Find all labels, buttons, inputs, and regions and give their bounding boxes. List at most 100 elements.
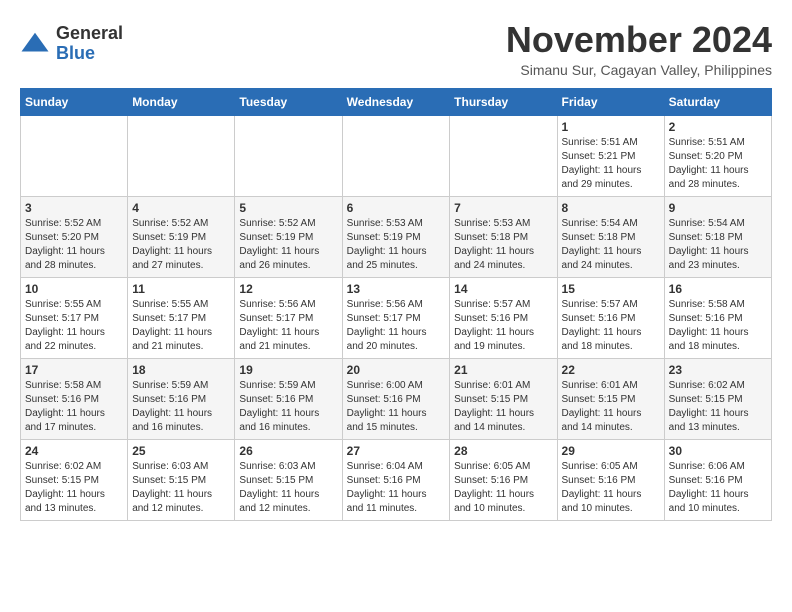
week-row-1: 1 Sunrise: 5:51 AMSunset: 5:21 PMDaylight… (21, 115, 772, 196)
calendar-header: SundayMondayTuesdayWednesdayThursdayFrid… (21, 88, 772, 115)
day-number: 18 (132, 363, 230, 377)
day-info: Sunrise: 6:01 AMSunset: 5:15 PMDaylight:… (562, 379, 660, 435)
week-row-5: 24 Sunrise: 6:02 AMSunset: 5:15 PMDayligh… (21, 439, 772, 520)
day-number: 11 (132, 282, 230, 296)
logo-icon (20, 29, 50, 59)
day-number: 15 (562, 282, 660, 296)
day-number: 9 (669, 201, 767, 215)
header-day-tuesday: Tuesday (235, 88, 342, 115)
day-cell: 1 Sunrise: 5:51 AMSunset: 5:21 PMDaylight… (557, 115, 664, 196)
day-info: Sunrise: 6:02 AMSunset: 5:15 PMDaylight:… (25, 460, 123, 516)
day-cell: 3 Sunrise: 5:52 AMSunset: 5:20 PMDaylight… (21, 196, 128, 277)
day-number: 10 (25, 282, 123, 296)
day-cell: 18 Sunrise: 5:59 AMSunset: 5:16 PMDayligh… (128, 358, 235, 439)
day-cell: 8 Sunrise: 5:54 AMSunset: 5:18 PMDaylight… (557, 196, 664, 277)
day-number: 24 (25, 444, 123, 458)
day-number: 16 (669, 282, 767, 296)
day-cell: 13 Sunrise: 5:56 AMSunset: 5:17 PMDayligh… (342, 277, 450, 358)
day-info: Sunrise: 5:52 AMSunset: 5:19 PMDaylight:… (239, 217, 337, 273)
day-cell: 27Sunrise: 6:04 AMSunset: 5:16 PMDayligh… (342, 439, 450, 520)
day-cell (450, 115, 557, 196)
header-row: SundayMondayTuesdayWednesdayThursdayFrid… (21, 88, 772, 115)
day-info: Sunrise: 6:03 AMSunset: 5:15 PMDaylight:… (239, 460, 337, 516)
week-row-4: 17Sunrise: 5:58 AMSunset: 5:16 PMDayligh… (21, 358, 772, 439)
day-info: Sunrise: 5:58 AMSunset: 5:16 PMDaylight:… (669, 298, 767, 354)
day-info: Sunrise: 6:04 AMSunset: 5:16 PMDaylight:… (347, 460, 446, 516)
day-cell: 6 Sunrise: 5:53 AMSunset: 5:19 PMDaylight… (342, 196, 450, 277)
day-info: Sunrise: 5:53 AMSunset: 5:19 PMDaylight:… (347, 217, 446, 273)
day-number: 4 (132, 201, 230, 215)
day-number: 8 (562, 201, 660, 215)
day-info: Sunrise: 6:03 AMSunset: 5:15 PMDaylight:… (132, 460, 230, 516)
day-info: Sunrise: 6:02 AMSunset: 5:15 PMDaylight:… (669, 379, 767, 435)
day-cell: 2 Sunrise: 5:51 AMSunset: 5:20 PMDaylight… (664, 115, 771, 196)
day-cell: 9 Sunrise: 5:54 AMSunset: 5:18 PMDaylight… (664, 196, 771, 277)
header-day-saturday: Saturday (664, 88, 771, 115)
logo-blue: Blue (56, 43, 95, 63)
day-number: 13 (347, 282, 446, 296)
day-cell: 14 Sunrise: 5:57 AMSunset: 5:16 PMDayligh… (450, 277, 557, 358)
day-cell: 12Sunrise: 5:56 AMSunset: 5:17 PMDayligh… (235, 277, 342, 358)
day-info: Sunrise: 6:01 AMSunset: 5:15 PMDaylight:… (454, 379, 552, 435)
header-day-friday: Friday (557, 88, 664, 115)
day-cell: 10Sunrise: 5:55 AMSunset: 5:17 PMDayligh… (21, 277, 128, 358)
day-number: 21 (454, 363, 552, 377)
day-info: Sunrise: 5:54 AMSunset: 5:18 PMDaylight:… (562, 217, 660, 273)
day-info: Sunrise: 5:59 AMSunset: 5:16 PMDaylight:… (132, 379, 230, 435)
day-number: 23 (669, 363, 767, 377)
day-info: Sunrise: 5:51 AMSunset: 5:20 PMDaylight:… (669, 136, 767, 192)
day-cell: 21 Sunrise: 6:01 AMSunset: 5:15 PMDayligh… (450, 358, 557, 439)
day-number: 28 (454, 444, 552, 458)
day-number: 20 (347, 363, 446, 377)
day-number: 19 (239, 363, 337, 377)
day-info: Sunrise: 5:56 AMSunset: 5:17 PMDaylight:… (347, 298, 446, 354)
day-info: Sunrise: 5:57 AMSunset: 5:16 PMDaylight:… (562, 298, 660, 354)
day-cell (128, 115, 235, 196)
day-number: 6 (347, 201, 446, 215)
day-cell (21, 115, 128, 196)
day-info: Sunrise: 6:00 AMSunset: 5:16 PMDaylight:… (347, 379, 446, 435)
day-cell: 7Sunrise: 5:53 AMSunset: 5:18 PMDaylight… (450, 196, 557, 277)
day-info: Sunrise: 6:05 AMSunset: 5:16 PMDaylight:… (562, 460, 660, 516)
day-info: Sunrise: 5:55 AMSunset: 5:17 PMDaylight:… (132, 298, 230, 354)
day-info: Sunrise: 5:59 AMSunset: 5:16 PMDaylight:… (239, 379, 337, 435)
calendar-table: SundayMondayTuesdayWednesdayThursdayFrid… (20, 88, 772, 521)
calendar-body: 1 Sunrise: 5:51 AMSunset: 5:21 PMDaylight… (21, 115, 772, 520)
day-number: 3 (25, 201, 123, 215)
day-cell: 4 Sunrise: 5:52 AMSunset: 5:19 PMDaylight… (128, 196, 235, 277)
header-day-sunday: Sunday (21, 88, 128, 115)
day-number: 12 (239, 282, 337, 296)
day-number: 30 (669, 444, 767, 458)
day-number: 2 (669, 120, 767, 134)
logo: General Blue (20, 24, 123, 64)
header-day-monday: Monday (128, 88, 235, 115)
logo-general: General (56, 23, 123, 43)
header-day-wednesday: Wednesday (342, 88, 450, 115)
day-info: Sunrise: 5:51 AMSunset: 5:21 PMDaylight:… (562, 136, 660, 192)
page-header: General Blue November 2024 Simanu Sur, C… (20, 20, 772, 78)
day-number: 26 (239, 444, 337, 458)
title-area: November 2024 Simanu Sur, Cagayan Valley… (506, 20, 772, 78)
day-cell (342, 115, 450, 196)
logo-text: General Blue (56, 24, 123, 64)
subtitle: Simanu Sur, Cagayan Valley, Philippines (506, 62, 772, 78)
day-number: 17 (25, 363, 123, 377)
day-info: Sunrise: 5:52 AMSunset: 5:20 PMDaylight:… (25, 217, 123, 273)
week-row-3: 10 Sunrise: 5:55 AMSunset: 5:17 PMDayligh… (21, 277, 772, 358)
day-info: Sunrise: 5:54 AMSunset: 5:18 PMDaylight:… (669, 217, 767, 273)
day-number: 14 (454, 282, 552, 296)
day-cell: 23 Sunrise: 6:02 AMSunset: 5:15 PMDayligh… (664, 358, 771, 439)
day-info: Sunrise: 5:57 AMSunset: 5:16 PMDaylight:… (454, 298, 552, 354)
day-info: Sunrise: 6:05 AMSunset: 5:16 PMDaylight:… (454, 460, 552, 516)
day-cell: 26 Sunrise: 6:03 AMSunset: 5:15 PMDayligh… (235, 439, 342, 520)
day-cell: 29Sunrise: 6:05 AMSunset: 5:16 PMDayligh… (557, 439, 664, 520)
header-day-thursday: Thursday (450, 88, 557, 115)
day-cell (235, 115, 342, 196)
day-cell: 11 Sunrise: 5:55 AMSunset: 5:17 PMDayligh… (128, 277, 235, 358)
day-cell: 16 Sunrise: 5:58 AMSunset: 5:16 PMDayligh… (664, 277, 771, 358)
day-cell: 17Sunrise: 5:58 AMSunset: 5:16 PMDayligh… (21, 358, 128, 439)
day-cell: 19 Sunrise: 5:59 AMSunset: 5:16 PMDayligh… (235, 358, 342, 439)
day-number: 22 (562, 363, 660, 377)
day-info: Sunrise: 5:52 AMSunset: 5:19 PMDaylight:… (132, 217, 230, 273)
day-number: 1 (562, 120, 660, 134)
